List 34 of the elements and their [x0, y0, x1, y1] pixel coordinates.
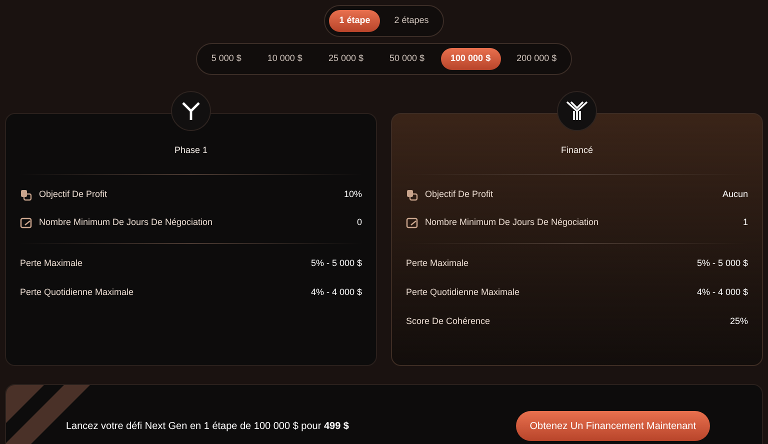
- row-label: Objectif De Profit: [425, 188, 494, 201]
- row-label: Perte Maximale: [20, 256, 83, 270]
- row-label: Perte Maximale: [406, 256, 469, 270]
- row-value: Aucun: [722, 188, 748, 201]
- row-value: 10%: [344, 188, 362, 201]
- amount-tab[interactable]: 50 000 $: [379, 48, 435, 70]
- row-value: 5% - 5 000 $: [696, 256, 748, 270]
- row-label: Perte Quotidienne Maximale: [406, 286, 520, 299]
- calendar-icon: [20, 216, 32, 228]
- row-value: 4% - 4 000 $: [696, 286, 748, 299]
- card-title: Financé: [560, 144, 594, 157]
- step-tab[interactable]: 1 étape: [329, 10, 380, 32]
- step-tab[interactable]: 2 étapes: [384, 10, 439, 32]
- get-funded-button[interactable]: Obtenez Un Financement Maintenant: [516, 411, 710, 441]
- calendar-icon: [406, 216, 418, 228]
- row-value: 4% - 4 000 $: [310, 286, 362, 299]
- coins-icon: [20, 188, 32, 200]
- amount-tab[interactable]: 5 000 $: [201, 48, 252, 70]
- row-label: Objectif De Profit: [39, 188, 108, 201]
- row-value: 25%: [730, 314, 748, 328]
- row-label: Perte Quotidienne Maximale: [20, 286, 134, 299]
- card-title: Phase 1: [173, 144, 209, 157]
- banner-text: Lancez votre défi Next Gen en 1 étape de 100 000 $ pour 499 $: [66, 420, 349, 434]
- coins-icon: [406, 188, 418, 200]
- row-value: 1: [742, 216, 748, 229]
- amount-tab[interactable]: 25 000 $: [318, 48, 374, 70]
- amount-tab[interactable]: 10 000 $: [257, 48, 312, 70]
- row-label: Nombre Minimum De Jours De Négociation: [39, 216, 213, 229]
- row-label: Score De Cohérence: [406, 314, 490, 328]
- row-value: 5% - 5 000 $: [310, 256, 362, 270]
- amount-tab[interactable]: 200 000 $: [506, 48, 567, 70]
- amount-tab[interactable]: 100 000 $: [440, 48, 501, 70]
- row-label: Nombre Minimum De Jours De Négociation: [425, 216, 599, 229]
- row-value: 0: [356, 216, 362, 229]
